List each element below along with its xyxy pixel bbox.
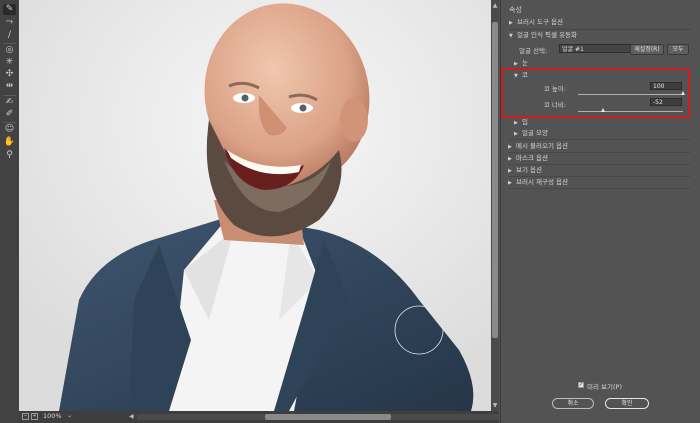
smooth-icon[interactable]: ∕ <box>3 30 16 41</box>
hand-icon[interactable]: ✋ <box>3 137 16 148</box>
zoom-icon[interactable]: ⚲ <box>3 150 16 161</box>
reset-button[interactable]: 재설정(R) <box>630 44 664 55</box>
face-select-row: 얼굴 선택: 얼굴 #1 ⌄ <box>519 44 690 55</box>
section-mask-options[interactable]: ▶ 마스크 옵션 <box>508 153 690 163</box>
vertical-scroll-thumb[interactable] <box>492 22 498 338</box>
nose-height-label: 코 높이: <box>543 85 566 93</box>
triangle-right-icon: ▶ <box>508 168 512 174</box>
section-mouth[interactable]: ▶ 입 <box>514 117 690 127</box>
vertical-scrollbar[interactable]: ▲ ▼ <box>491 0 499 411</box>
nose-height-slider[interactable] <box>578 94 683 95</box>
triangle-right-icon: ▶ <box>508 156 512 162</box>
bloat-icon[interactable]: ✣ <box>3 69 16 80</box>
triangle-right-icon: ▶ <box>509 20 513 26</box>
portrait-photo <box>19 0 491 411</box>
nose-width-slider[interactable] <box>578 111 683 112</box>
section-eyes[interactable]: ▶ 눈 <box>514 58 690 68</box>
scroll-left-icon[interactable]: ◀ <box>129 413 134 420</box>
horizontal-scroll-thumb[interactable] <box>265 414 391 420</box>
section-view-options[interactable]: ▶ 보기 옵션 <box>508 165 690 175</box>
nose-height-field[interactable]: 100 <box>650 82 682 90</box>
triangle-right-icon: ▶ <box>508 180 512 186</box>
nose-height-slider-knob[interactable] <box>681 91 685 95</box>
zoom-in-icon[interactable]: + <box>31 413 38 420</box>
nose-width-field[interactable]: -52 <box>650 98 682 106</box>
nose-width-label: 코 너비: <box>543 101 566 109</box>
triangle-down-icon: ▼ <box>514 73 518 79</box>
triangle-down-icon: ▼ <box>509 33 513 39</box>
preview-checkbox[interactable]: ✓ <box>578 382 584 388</box>
twirl-icon[interactable]: ◎ <box>3 45 16 56</box>
section-nose[interactable]: ▼ 코 <box>514 70 690 80</box>
preview-canvas[interactable] <box>19 0 491 411</box>
zoom-out-icon[interactable]: − <box>22 413 29 420</box>
triangle-right-icon: ▶ <box>508 144 512 150</box>
reconstruct-icon[interactable]: ⤳ <box>3 17 16 28</box>
ok-button[interactable]: 확인 <box>605 398 649 409</box>
panel-title: 속성 <box>509 6 522 14</box>
scroll-up-icon[interactable]: ▲ <box>491 2 499 10</box>
preview-label: 미리 보기(P) <box>587 383 622 391</box>
triangle-right-icon: ▶ <box>514 131 518 137</box>
section-face-aware-liquify[interactable]: ▼ 얼굴 인식 픽셀 유동화 <box>509 30 691 40</box>
section-brush-reconstruct-options[interactable]: ▶ 브러시 재구성 옵션 <box>508 177 690 187</box>
cancel-button[interactable]: 취소 <box>552 398 594 409</box>
thaw-mask-icon[interactable]: ✐ <box>3 109 16 120</box>
horizontal-scrollbar[interactable]: ◀ ▶ <box>129 413 506 420</box>
face-select-label: 얼굴 선택: <box>519 47 548 55</box>
all-button[interactable]: 모두 <box>667 44 689 55</box>
forward-warp-icon[interactable]: ✎ <box>3 4 16 15</box>
pucker-icon[interactable]: ✳ <box>3 57 16 68</box>
chevron-down-icon[interactable]: ⌄ <box>67 412 72 419</box>
triangle-right-icon: ▶ <box>514 120 518 126</box>
section-face-shape[interactable]: ▶ 얼굴 모양 <box>514 128 690 138</box>
zoom-level[interactable]: 100% <box>43 412 62 420</box>
push-left-icon[interactable]: ⇹ <box>3 81 16 92</box>
scroll-down-icon[interactable]: ▼ <box>491 402 499 410</box>
freeze-mask-icon[interactable]: ✍ <box>3 97 16 108</box>
tools-panel: ✎ ⤳ ∕ ◎ ✳ ✣ ⇹ ✍ ✐ ☺ ✋ ⚲ <box>0 0 19 423</box>
section-brush-tool-options[interactable]: ▶ 브러시 도구 옵션 <box>509 17 691 27</box>
face-tool-icon[interactable]: ☺ <box>3 124 16 135</box>
status-bar: − + 100% ⌄ ◀ ▶ <box>19 411 506 423</box>
section-load-mesh-options[interactable]: ▶ 메시 불러오기 옵션 <box>508 141 690 151</box>
nose-width-slider-knob[interactable] <box>601 108 606 112</box>
